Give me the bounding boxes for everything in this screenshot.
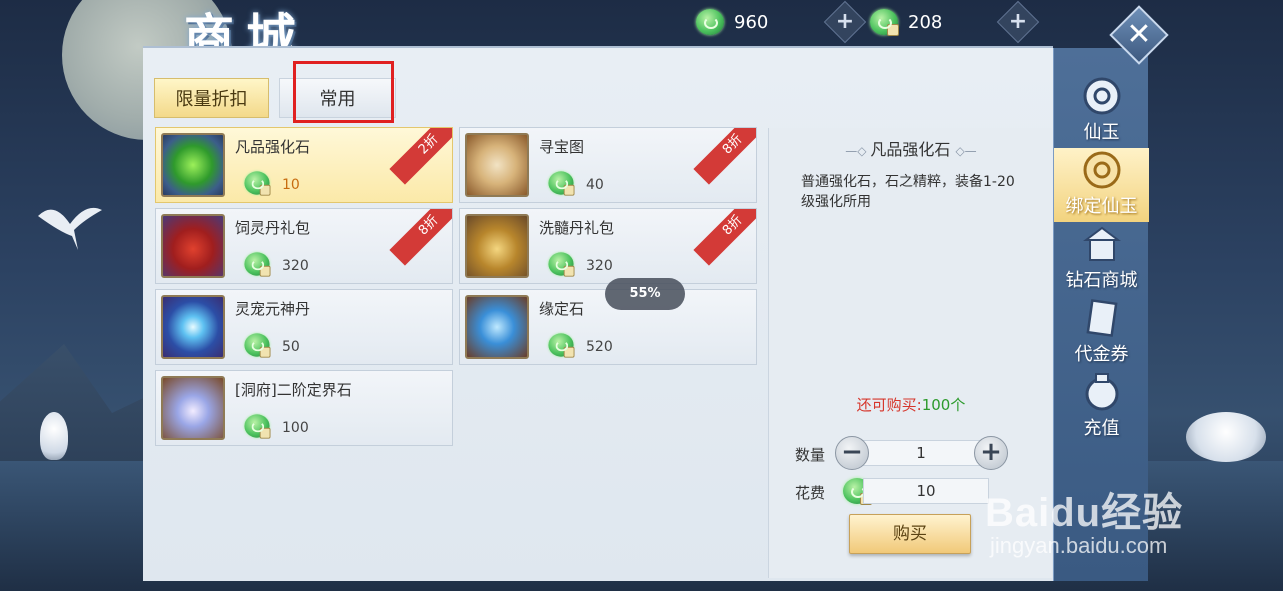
sidebar-item-jade[interactable]: 仙玉 [1054,74,1149,148]
item-price: 320 [586,258,613,274]
cost-label: 花费 [795,484,826,502]
item-name: 饲灵丹礼包 [235,219,311,237]
quantity-field[interactable]: 1 [853,440,989,466]
discount-badge: 8折 [389,209,452,266]
boundary-stone-icon [161,376,225,440]
shop-item-card[interactable]: 洗髓丹礼包 320 8折 [459,208,757,284]
jade-amount: 960 [734,11,769,33]
pavilion-icon [1082,226,1121,261]
highlight-annotation [293,61,394,123]
voucher-icon [1085,299,1118,337]
purchase-limit-value: 100个 [921,396,966,414]
shop-item-card[interactable]: [洞府]二阶定界石 100 [155,370,453,446]
bound-jade-icon [548,333,575,358]
cost-value: 10 [863,478,989,504]
red-chest-icon [161,214,225,278]
recharge-icon [1085,373,1118,411]
detail-title-text: 凡品强化石 [870,140,951,159]
bound-jade-icon [244,333,271,358]
sidebar-item-label: 代金券 [1074,344,1129,365]
baidu-watermark: Baidu经验 [985,491,1184,535]
item-price: 320 [282,258,309,274]
shop-item-card[interactable]: 灵宠元神丹 50 [155,289,453,365]
shop-item-card[interactable]: 饲灵丹礼包 320 8折 [155,208,453,284]
sidebar-item-bound-jade[interactable]: 绑定仙玉 [1054,148,1149,222]
plus-icon: + [980,437,1002,467]
item-name: [洞府]二阶定界石 [235,381,352,399]
shop-item-card[interactable]: 寻宝图 40 8折 [459,127,757,203]
jade-category-icon [1083,77,1120,115]
tab-limited-discount[interactable]: 限量折扣 [154,78,269,118]
sidebar-item-recharge[interactable]: 充值 [1054,370,1149,444]
close-icon: ✕ [1126,17,1152,52]
item-price: 100 [282,420,309,436]
item-name: 凡品强化石 [235,138,311,156]
tab-label: 限量折扣 [175,89,248,110]
detail-title: —◇ 凡品强化石 ◇— [769,136,1053,160]
item-price: 520 [586,339,613,355]
treasure-map-icon [465,133,529,197]
ornament-left-icon: —◇ [845,144,871,158]
item-name: 灵宠元神丹 [235,300,311,318]
item-price: 40 [586,177,604,193]
baidu-watermark-url: jingyan.baidu.com [990,533,1168,558]
bound-jade-icon [244,171,271,196]
buy-button[interactable]: 购买 [849,514,971,554]
enhance-stone-icon [161,133,225,197]
quantity-label: 数量 [795,446,826,464]
bound-jade-balance: 208 [870,8,942,36]
jade-balance: 960 [696,8,768,36]
sidebar-item-label: 仙玉 [1083,122,1120,143]
ornament-right-icon: ◇— [955,144,977,158]
increase-quantity-button[interactable]: + [974,436,1008,470]
discount-badge: 8折 [693,209,756,266]
bound-jade-icon [548,252,575,277]
gold-chest-icon [465,214,529,278]
loading-progress: 55% [605,278,685,310]
lotus-decoration [1186,412,1266,462]
discount-badge: 2折 [389,128,452,185]
jade-icon [696,9,724,35]
bound-jade-icon [244,252,271,277]
sidebar-item-label: 绑定仙玉 [1065,196,1138,217]
purchase-limit-label: 还可购买: [856,396,922,414]
sidebar-item-diamond-shop[interactable]: 钻石商城 [1054,222,1149,296]
plus-icon: + [1008,9,1028,34]
spirit-pill-icon [161,295,225,359]
item-name: 寻宝图 [539,138,585,156]
purchase-limit: 还可购买:100个 [769,394,1053,415]
shop-item-card[interactable]: 凡品强化石 10 2折 [155,127,453,203]
item-name: 缘定石 [539,300,585,318]
sidebar-item-label: 钻石商城 [1065,270,1138,291]
item-price: 50 [282,339,300,355]
sidebar-item-label: 充值 [1083,418,1120,439]
bound-jade-icon [870,9,899,36]
sidebar-item-voucher[interactable]: 代金券 [1054,296,1149,370]
bound-jade-category-icon [1083,151,1120,189]
decrease-quantity-button[interactable]: − [835,436,869,470]
lotus-decoration [40,412,68,460]
add-bound-jade-button[interactable]: + [996,0,1040,44]
bound-jade-amount: 208 [908,11,943,33]
bound-jade-icon [244,414,271,439]
bound-jade-icon [548,171,575,196]
item-name: 洗髓丹礼包 [539,219,615,237]
fate-stone-icon [465,295,529,359]
plus-icon: + [835,9,855,34]
item-price: 10 [282,177,300,193]
detail-description: 普通强化石，石之精粹，装备1-20级强化所用 [801,174,1015,210]
add-jade-button[interactable]: + [823,0,867,44]
minus-icon: − [841,437,863,467]
crane-decoration [38,207,102,250]
discount-badge: 8折 [693,128,756,185]
